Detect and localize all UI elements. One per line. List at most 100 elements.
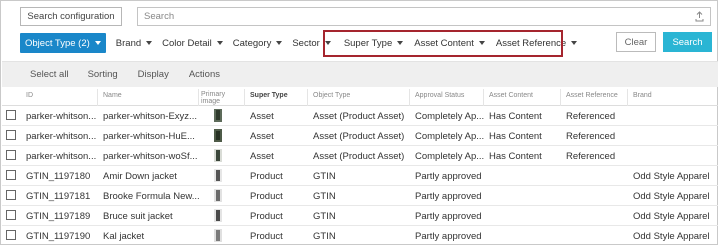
chevron-down-icon [276,41,283,45]
column-header-id[interactable]: ID [26,92,33,99]
cell-asset-reference: Referenced [566,151,616,162]
clear-button[interactable]: Clear [616,32,656,52]
cell-name: parker-whitson-woSf... [103,151,198,162]
cell-name: Brooke Formula New... [103,191,200,202]
column-divider [483,89,484,106]
product-thumbnail [214,209,222,222]
product-thumbnail [214,149,222,162]
cell-approval-status: Completely Ap... [415,131,485,142]
upload-icon[interactable] [695,11,704,22]
table-row[interactable]: parker-whitson... parker-whitson-HuE... … [2,126,718,146]
table-row[interactable]: GTIN_1197190 Kal jacket Product GTIN Par… [2,226,718,245]
row-checkbox[interactable] [6,150,16,160]
app-frame: Search configuration Search Object Type … [0,0,718,245]
column-header-approval-status[interactable]: Approval Status [415,92,464,99]
cell-approval-status: Completely Ap... [415,151,485,162]
column-header-super-type[interactable]: Super Type [250,92,288,99]
filter-brand[interactable]: Brand [115,33,153,53]
results-table: ID Name Primary image Super Type Object T… [2,89,718,245]
cell-super-type: Product [250,191,283,202]
actions-button[interactable]: Actions [189,69,220,80]
cell-brand: Odd Style Apparel [633,211,710,222]
cell-name: Amir Down jacket [103,171,177,182]
column-header-object-type[interactable]: Object Type [313,92,350,99]
cell-asset-reference: Referenced [566,131,616,142]
cell-name: Kal jacket [103,231,145,242]
filter-label: Object Type (2) [25,37,90,49]
column-divider [307,89,308,106]
cell-super-type: Product [250,171,283,182]
cell-object-type: GTIN [313,171,336,182]
filter-object-type[interactable]: Object Type (2) [20,33,106,53]
search-input[interactable]: Search [137,7,711,26]
cell-name: Bruce suit jacket [103,211,173,222]
column-header-primary-image[interactable]: Primary image [201,91,225,105]
highlight-annotation-box [323,30,563,57]
cell-approval-status: Partly approved [415,231,482,242]
cell-brand: Odd Style Apparel [633,231,710,242]
cell-object-type: GTIN [313,231,336,242]
column-header-name[interactable]: Name [103,92,122,99]
cell-approval-status: Partly approved [415,171,482,182]
table-row[interactable]: parker-whitson... parker-whitson-Exyz...… [2,106,718,126]
cell-asset-content: Has Content [489,151,542,162]
column-divider [97,89,98,106]
table-row[interactable]: GTIN_1197189 Bruce suit jacket Product G… [2,206,718,226]
product-thumbnail [214,129,222,142]
table-header: ID Name Primary image Super Type Object T… [2,89,718,106]
cell-approval-status: Partly approved [415,191,482,202]
cell-object-type: Asset (Product Asset) [313,131,405,142]
column-header-primary-line1: Primary [201,91,226,98]
cell-name: parker-whitson-HuE... [103,131,195,142]
search-placeholder: Search [144,11,175,22]
select-all-button[interactable]: Select all [30,69,69,80]
sorting-button[interactable]: Sorting [88,69,118,80]
chevron-down-icon [94,41,101,45]
table-row[interactable]: GTIN_1197181 Brooke Formula New... Produ… [2,186,718,206]
chevron-down-icon [146,41,153,45]
results-toolbar: Select all Sorting Display Actions [2,61,718,87]
product-thumbnail [214,109,222,122]
column-header-asset-content[interactable]: Asset Content [489,92,533,99]
column-divider [244,89,245,106]
cell-id: GTIN_1197180 [26,171,91,182]
cell-object-type: Asset (Product Asset) [313,151,405,162]
filter-category[interactable]: Category [233,33,283,53]
cell-id: parker-whitson... [26,131,97,142]
display-button[interactable]: Display [138,69,169,80]
filter-label: Brand [115,37,142,49]
cell-brand: Odd Style Apparel [633,191,710,202]
search-button[interactable]: Search [663,32,712,52]
column-divider [198,89,199,106]
product-thumbnail [214,229,222,242]
row-checkbox[interactable] [6,190,16,200]
cell-super-type: Asset [250,111,274,122]
search-configuration-button[interactable]: Search configuration [20,7,122,26]
cell-asset-content: Has Content [489,131,542,142]
cell-approval-status: Partly approved [415,211,482,222]
filter-label: Sector [292,37,320,49]
cell-approval-status: Completely Ap... [415,111,485,122]
row-checkbox[interactable] [6,210,16,220]
cell-super-type: Asset [250,151,274,162]
row-checkbox[interactable] [6,130,16,140]
chevron-down-icon [216,41,223,45]
cell-super-type: Product [250,231,283,242]
chevron-down-icon [571,41,578,45]
filter-label: Category [232,37,272,49]
row-checkbox[interactable] [6,170,16,180]
cell-id: GTIN_1197181 [26,191,91,202]
table-row[interactable]: GTIN_1197180 Amir Down jacket Product GT… [2,166,718,186]
column-header-brand[interactable]: Brand [633,92,652,99]
row-checkbox[interactable] [6,110,16,120]
product-thumbnail [214,169,222,182]
cell-asset-reference: Referenced [566,111,616,122]
row-checkbox[interactable] [6,230,16,240]
column-divider [627,89,628,106]
cell-object-type: Asset (Product Asset) [313,111,405,122]
cell-brand: Odd Style Apparel [633,171,710,182]
table-row[interactable]: parker-whitson... parker-whitson-woSf...… [2,146,718,166]
column-header-asset-reference[interactable]: Asset Reference [566,92,618,99]
filter-color-detail[interactable]: Color Detail [162,33,223,53]
column-header-primary-line2: image [201,98,221,105]
